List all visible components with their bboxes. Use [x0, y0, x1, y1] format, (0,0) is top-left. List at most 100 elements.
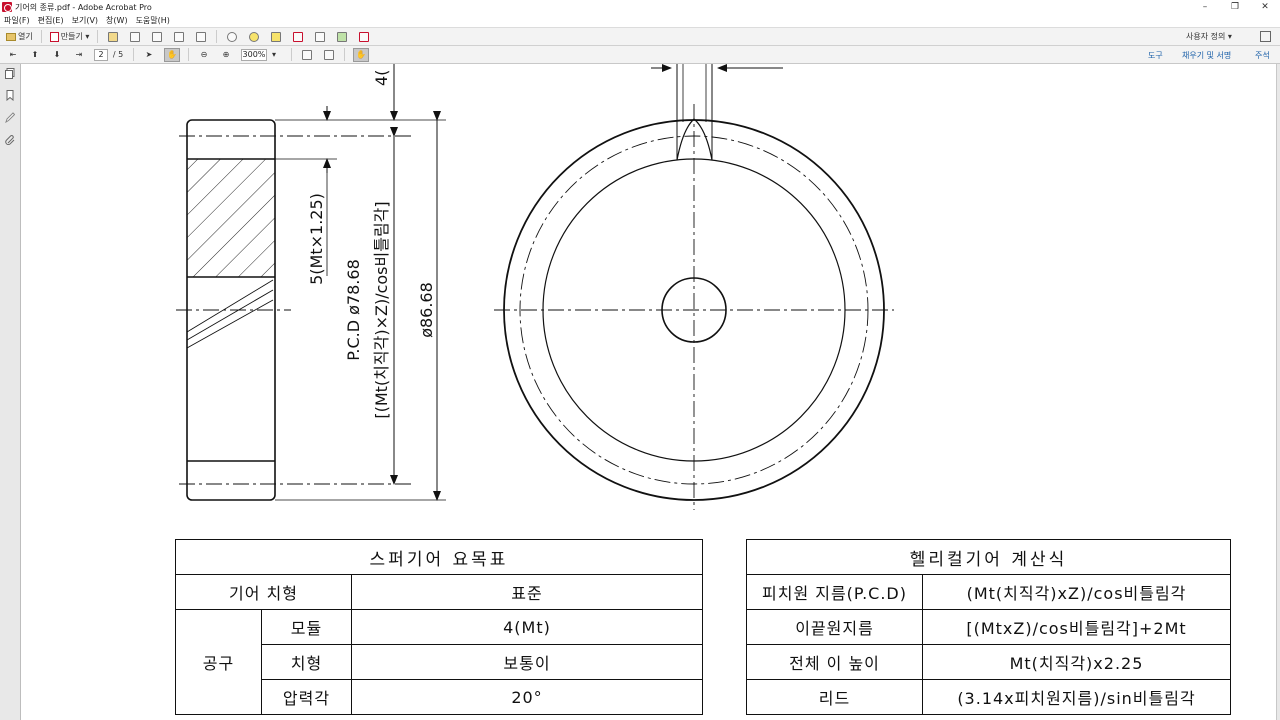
document-view[interactable]: 5(Mt×1.25) P.C.D ø78.68 [(Mt(치직각)×Z)/cos…: [21, 64, 1276, 720]
toolbar-separator: [343, 48, 345, 61]
edit-icon: [174, 31, 185, 42]
open-button[interactable]: 열기: [6, 30, 33, 44]
right-pane-edge: [1276, 64, 1280, 720]
zoom-in-button[interactable]: ⊕: [219, 48, 233, 62]
spur-row-label: 기어 치형: [175, 574, 352, 610]
next-page-button[interactable]: ⬇: [50, 48, 64, 62]
gear-front-view: [494, 64, 894, 510]
hand-tool-button[interactable]: ✋: [164, 47, 180, 62]
arrow-up-icon: ⬆: [31, 50, 39, 59]
menu-file[interactable]: 파일(F): [4, 15, 30, 26]
zoom-out-button[interactable]: ⊖: [197, 48, 211, 62]
bookmark-icon[interactable]: [5, 90, 15, 101]
comment-pane-button[interactable]: 주석: [1255, 46, 1270, 64]
fill-sign-pane-button[interactable]: 채우기 및 서명: [1182, 46, 1231, 64]
open-file-button[interactable]: [106, 30, 120, 44]
comment-label: 주석: [1255, 50, 1270, 60]
main-toolbar: 열기 만들기 ▾: [0, 27, 1280, 46]
spur-row-value: 보통이: [351, 644, 703, 680]
export-button[interactable]: [335, 30, 349, 44]
restore-button[interactable]: ❐: [1220, 0, 1250, 14]
settings-button[interactable]: [225, 30, 239, 44]
toolbar-separator: [216, 30, 218, 43]
window-title: 기어의 종류.pdf - Adobe Acrobat Pro: [15, 2, 152, 12]
save-button[interactable]: [128, 30, 142, 44]
spur-gear-spec-table: 스퍼기어 요목표 기어 치형 표준 공구 모듈 4(Mt) 치형 보통이 압력각…: [175, 539, 703, 715]
tools-pane-button[interactable]: 도구: [1148, 46, 1163, 64]
gear-icon: [227, 31, 238, 42]
helical-row-label: 피치원 지름(P.C.D): [746, 574, 923, 610]
spur-table-title: 스퍼기어 요목표: [175, 539, 703, 575]
first-page-button[interactable]: ⇤: [6, 48, 20, 62]
read-mode-button[interactable]: ✋: [352, 47, 369, 62]
spur-sub-label: 모듈: [261, 609, 352, 645]
export-icon: [337, 31, 348, 42]
expand-icon: [1260, 31, 1271, 42]
create-button[interactable]: 만들기 ▾: [49, 30, 90, 44]
full-screen-button[interactable]: [322, 48, 336, 62]
customize-label: 사용자 정의 ▾: [1186, 32, 1232, 41]
close-button[interactable]: ✕: [1250, 0, 1280, 14]
helical-row-value: (Mt(치직각)xZ)/cos비틀림각: [922, 574, 1231, 610]
fit-page-button[interactable]: [300, 48, 314, 62]
toolbar-separator: [40, 30, 42, 43]
expand-button[interactable]: [1260, 27, 1271, 46]
pages-thumbnail-icon[interactable]: [5, 68, 15, 79]
fit-page-icon: [301, 49, 312, 60]
title-bar: 기어의 종류.pdf - Adobe Acrobat Pro – ❐ ✕: [0, 0, 1280, 14]
helical-table-title: 헬리컬기어 계산식: [746, 539, 1231, 575]
menu-window[interactable]: 창(W): [106, 15, 128, 26]
zoom-level-input[interactable]: 300%: [240, 48, 267, 61]
toolbar-separator: [187, 48, 189, 61]
page-total: / 5: [112, 50, 124, 59]
highlight-button[interactable]: [269, 30, 283, 44]
menu-edit[interactable]: 편집(E): [38, 15, 64, 26]
fill-sign-label: 채우기 및 서명: [1182, 50, 1232, 60]
dim-pcd-formula-label: [(Mt(치직각)×Z)/cos비틀림각]: [372, 201, 391, 418]
dim-top-cut-label: 4(: [372, 70, 391, 86]
customize-button[interactable]: 사용자 정의 ▾: [1186, 27, 1232, 46]
last-page-button[interactable]: ⇥: [72, 48, 86, 62]
minus-circle-icon: ⊖: [200, 50, 208, 59]
lock-icon: [315, 31, 326, 42]
helical-row-value: [(MtxZ)/cos비틀림각]+2Mt: [922, 609, 1231, 645]
page-number-input[interactable]: 2: [94, 48, 108, 61]
stamp-button[interactable]: [291, 30, 305, 44]
arrow-down-icon: ⬇: [53, 50, 61, 59]
email-button[interactable]: [194, 30, 208, 44]
create-pdf-icon: [49, 31, 59, 42]
toolbar-separator: [290, 48, 292, 61]
dim-outer-diameter-label: ø86.68: [417, 282, 436, 338]
navigation-pane: [0, 64, 21, 720]
create-label: 만들기 ▾: [60, 32, 90, 41]
attachment-icon[interactable]: [5, 134, 15, 145]
navigation-toolbar: ⇤ ⬆ ⬇ ⇥ 2 / 5 ➤ ✋ ⊖ ⊕ 300% ▾ ✋ 도구 채우기 및 …: [0, 46, 1280, 64]
print-button[interactable]: [150, 30, 164, 44]
previous-page-button[interactable]: ⬆: [28, 48, 42, 62]
save-icon: [130, 31, 141, 42]
helical-row-label: 전체 이 높이: [746, 644, 923, 680]
helical-row-label: 리드: [746, 679, 923, 715]
minimize-button[interactable]: –: [1190, 0, 1220, 14]
menu-view[interactable]: 보기(V): [72, 15, 98, 26]
highlight-icon: [271, 31, 282, 42]
select-tool-button[interactable]: ➤: [142, 48, 156, 62]
plus-circle-icon: ⊕: [222, 50, 230, 59]
form-button[interactable]: [357, 30, 371, 44]
comment-button[interactable]: [247, 30, 261, 44]
helical-row-value: (3.14x피치원지름)/sin비틀림각: [922, 679, 1231, 715]
edit-button[interactable]: [172, 30, 186, 44]
protect-button[interactable]: [313, 30, 327, 44]
folder-icon: [6, 32, 16, 41]
stamp-icon: [293, 31, 304, 42]
tools-label: 도구: [1148, 50, 1163, 60]
signature-pen-icon[interactable]: [5, 112, 15, 123]
dim-tooth-height-label: 5(Mt×1.25): [307, 193, 326, 285]
menu-help[interactable]: 도움말(H): [136, 15, 170, 26]
zoom-dropdown[interactable]: ▾: [267, 48, 281, 62]
hand-icon: ✋: [355, 50, 366, 59]
mail-icon: [196, 31, 207, 42]
last-page-icon: ⇥: [75, 50, 83, 59]
helical-gear-formula-table: 헬리컬기어 계산식 피치원 지름(P.C.D) (Mt(치직각)xZ)/cos비…: [746, 539, 1231, 715]
spur-group-label: 공구: [175, 609, 262, 715]
